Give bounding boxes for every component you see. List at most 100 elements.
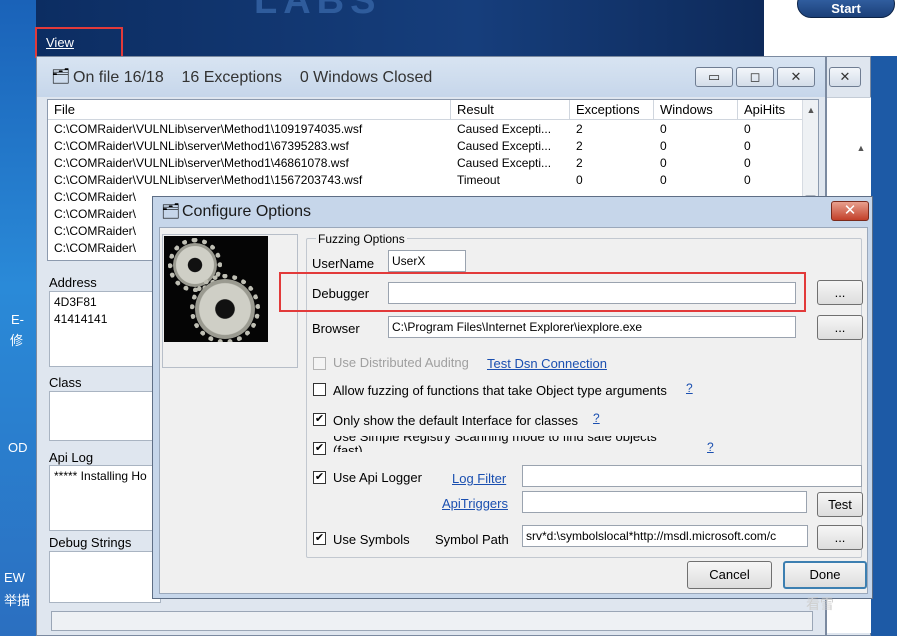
exceptions-count: 16 Exceptions <box>181 69 283 86</box>
symbol-path-browse-button[interactable]: ... <box>817 525 863 550</box>
distributed-auditing-label: Use Distributed Auditng <box>333 355 469 370</box>
gear-large-body <box>195 279 255 339</box>
column-header-result[interactable]: Result <box>451 100 570 120</box>
maximize-button[interactable]: ◻ <box>736 67 774 87</box>
address-label: Address <box>49 275 97 290</box>
cell-windows: 0 <box>660 173 667 187</box>
api-log-label: Api Log <box>49 450 94 465</box>
distributed-auditing-checkbox[interactable] <box>313 357 326 370</box>
debugger-browse-button[interactable]: ... <box>817 280 863 305</box>
cell-result: Caused Excepti... <box>457 156 552 170</box>
done-button[interactable]: Done <box>783 561 867 589</box>
object-type-args-label: Allow fuzzing of functions that take Obj… <box>333 383 667 398</box>
browser-field[interactable]: C:\Program Files\Internet Explorer\iexpl… <box>388 316 796 338</box>
dialog-icon: 🗂 <box>161 203 181 220</box>
dialog-close-button[interactable]: ✕ <box>831 201 869 221</box>
cell-exceptions: 2 <box>576 156 583 170</box>
username-field[interactable]: UserX <box>388 250 466 272</box>
table-row[interactable]: C:\COMRaider\VULNLib\server\Method1\4686… <box>48 155 804 172</box>
minimize-button[interactable]: ▭ <box>695 67 733 87</box>
cancel-button[interactable]: Cancel <box>687 561 772 589</box>
address-panel[interactable]: 4D3F81 41414141 <box>49 291 161 367</box>
highlight-box <box>35 27 123 58</box>
cell-file: C:\COMRaider\VULNLib\server\Method1\4686… <box>54 156 349 170</box>
symbol-path-field[interactable]: srv*d:\symbolslocal*http://msdl.microsof… <box>522 525 808 547</box>
browser-label: Browser <box>312 321 360 336</box>
log-filter-link[interactable]: Log Filter <box>452 471 506 486</box>
api-logger-label: Use Api Logger <box>333 470 422 485</box>
desktop-label: 举描 <box>4 593 31 608</box>
app-banner: LABS <box>36 0 764 56</box>
help-link[interactable]: ? <box>593 411 600 425</box>
status-bar <box>51 611 813 631</box>
help-link[interactable]: ? <box>707 440 714 454</box>
progress-title: On file 16/18 16 Exceptions 0 Windows Cl… <box>73 69 432 87</box>
cell-apihits: 0 <box>744 156 751 170</box>
cell-exceptions: 2 <box>576 122 583 136</box>
use-symbols-label: Use Symbols <box>333 532 410 547</box>
log-filter-field[interactable] <box>522 465 862 487</box>
cell-file: C:\COMRaider\VULNLib\server\Method1\1091… <box>54 122 363 136</box>
cell-windows: 0 <box>660 139 667 153</box>
address-value: 41414141 <box>54 312 108 326</box>
simple-registry-label: Use Simple Registry Scanning mode to fin… <box>333 436 657 452</box>
list-header: File Result Exceptions Windows ApiHits <box>48 100 804 120</box>
cell-windows: 0 <box>660 122 667 136</box>
cell-exceptions: 2 <box>576 139 583 153</box>
column-header-exceptions[interactable]: Exceptions <box>570 100 654 120</box>
column-header-windows[interactable]: Windows <box>654 100 738 120</box>
username-label: UserName <box>312 256 375 271</box>
gears-logo-image <box>164 236 268 342</box>
use-symbols-checkbox[interactable]: ✔ <box>313 532 326 545</box>
close-button[interactable]: ✕ <box>777 67 815 87</box>
scroll-up-icon[interactable]: ▲ <box>853 140 869 156</box>
debug-strings-panel[interactable] <box>49 551 161 603</box>
api-triggers-link[interactable]: ApiTriggers <box>442 496 508 511</box>
main-title-bar[interactable]: 🗂 On file 16/18 16 Exceptions 0 Windows … <box>37 57 825 97</box>
watermark: 看雪 <box>806 596 834 612</box>
column-header-apihits[interactable]: ApiHits <box>738 100 804 120</box>
cell-result: Caused Excepti... <box>457 122 552 136</box>
cell-file: C:\COMRaider\VULNLib\server\Method1\6739… <box>54 139 349 153</box>
start-button[interactable]: Start <box>797 0 895 18</box>
cell-windows: 0 <box>660 156 667 170</box>
default-interface-checkbox[interactable]: ✔ <box>313 413 326 426</box>
desktop-label: EW <box>4 570 25 585</box>
desktop-label: E- <box>11 312 24 327</box>
api-log-line: ***** Installing Ho <box>54 469 147 483</box>
table-row[interactable]: C:\COMRaider\VULNLib\server\Method1\1091… <box>48 121 804 138</box>
cell-apihits: 0 <box>744 139 751 153</box>
windows-closed: 0 Windows Closed <box>299 69 433 86</box>
banner-logo: LABS <box>254 0 382 22</box>
test-dsn-link[interactable]: Test Dsn Connection <box>487 356 607 371</box>
class-panel[interactable] <box>49 391 161 441</box>
debug-strings-label: Debug Strings <box>49 535 132 550</box>
address-value: 4D3F81 <box>54 295 97 309</box>
table-row[interactable]: C:\COMRaider\VULNLib\server\Method1\6739… <box>48 138 804 155</box>
dialog-title: Configure Options <box>182 203 311 220</box>
help-link[interactable]: ? <box>686 381 693 395</box>
simple-registry-label-clip: Use Simple Registry Scanning mode to fin… <box>333 436 683 452</box>
scroll-up-icon[interactable]: ▲ <box>803 102 818 118</box>
app-icon: 🗂 <box>51 68 71 85</box>
object-type-args-checkbox[interactable] <box>313 383 326 396</box>
symbol-path-label: Symbol Path <box>435 532 509 547</box>
cell-apihits: 0 <box>744 173 751 187</box>
simple-registry-checkbox[interactable]: ✔ <box>313 442 326 455</box>
desktop-label: OD <box>8 440 28 455</box>
class-label: Class <box>49 375 82 390</box>
file-progress: On file 16/18 <box>73 69 164 86</box>
close-button[interactable]: ✕ <box>829 67 861 87</box>
test-button[interactable]: Test <box>817 492 863 517</box>
highlight-box <box>279 272 806 312</box>
browser-browse-button[interactable]: ... <box>817 315 863 340</box>
table-row[interactable]: C:\COMRaider\VULNLib\server\Method1\1567… <box>48 172 804 189</box>
api-triggers-field[interactable] <box>522 491 807 513</box>
desktop-label: 修 <box>10 333 24 348</box>
api-logger-checkbox[interactable]: ✔ <box>313 471 326 484</box>
default-interface-label: Only show the default Interface for clas… <box>333 413 578 428</box>
column-header-file[interactable]: File <box>48 100 451 120</box>
configure-options-dialog: 🗂 Configure Options ✕ Fuzzing Options Us… <box>152 196 873 599</box>
cell-result: Timeout <box>457 173 500 187</box>
api-log-panel[interactable]: ***** Installing Ho <box>49 465 161 531</box>
